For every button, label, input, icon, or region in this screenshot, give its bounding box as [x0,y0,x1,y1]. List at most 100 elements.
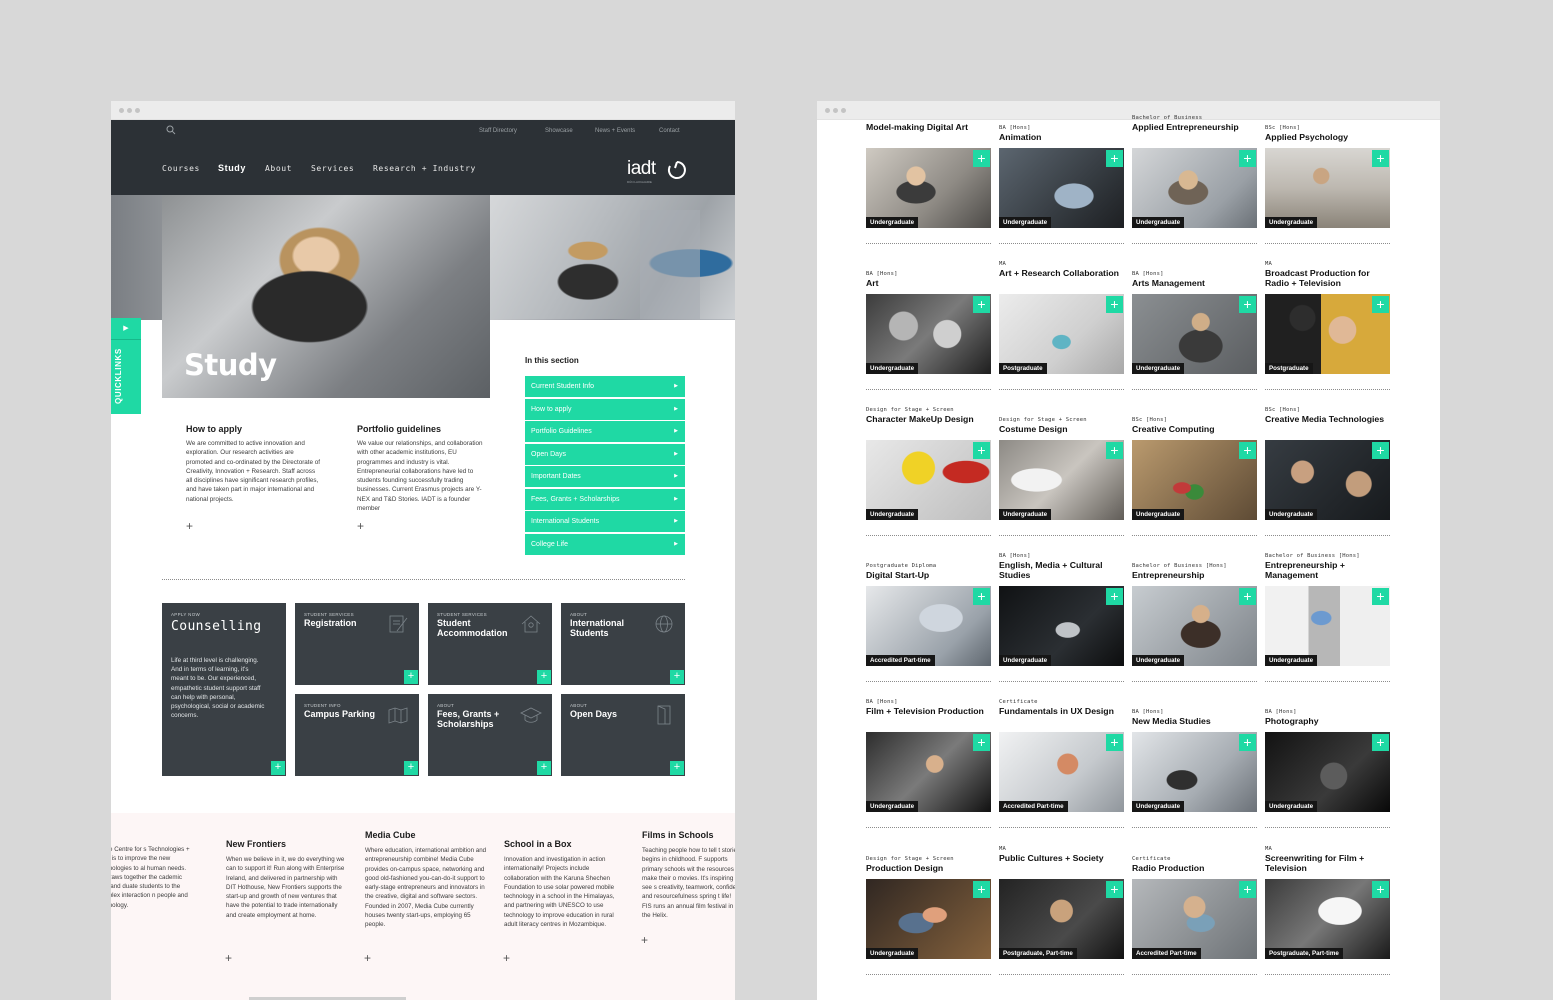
course-title[interactable]: Public Cultures + Society [999,853,1124,864]
plus-icon[interactable]: + [973,881,990,898]
plus-icon[interactable]: + [1372,734,1389,751]
course-photo[interactable]: + Undergraduate [866,294,991,374]
nav-services[interactable]: Services [311,164,354,173]
iadt-logo[interactable]: iadt DÚN LAOGHAIRE [627,158,686,184]
section-item-current-student-info[interactable]: Current Student Info ▶ [525,376,685,397]
tile-fees-grants-scholarships[interactable]: ABOUT Fees, Grants + Scholarships + [428,694,552,776]
plus-icon[interactable]: + [1239,734,1256,751]
plus-icon[interactable]: + [1372,296,1389,313]
plus-icon[interactable]: + [1239,150,1256,167]
plus-icon[interactable]: + [537,761,551,775]
plus-icon[interactable]: + [1372,881,1389,898]
course-photo[interactable]: + Undergraduate [866,440,991,520]
window-controls[interactable] [119,108,140,113]
course-title[interactable]: Digital Start-Up [866,570,991,581]
plus-icon[interactable]: + [1106,588,1123,605]
section-item-important-dates[interactable]: Important Dates ▶ [525,466,685,487]
util-link-showcase[interactable]: Showcase [545,128,573,134]
expand-plus-icon[interactable]: + [641,933,648,947]
course-title[interactable]: Creative Media Technologies [1265,414,1390,425]
course-photo[interactable]: + Undergraduate [999,440,1124,520]
plus-icon[interactable]: + [1372,442,1389,459]
course-title[interactable]: Applied Psychology [1265,132,1390,143]
plus-icon[interactable]: + [1239,442,1256,459]
course-title[interactable]: New Media Studies [1132,716,1257,727]
nav-courses[interactable]: Courses [162,164,200,173]
course-title[interactable]: Fundamentals in UX Design [999,706,1124,717]
course-photo[interactable]: + Postgraduate, Part-time [999,879,1124,959]
tile-counselling[interactable]: APPLY NOW Counselling Life at third leve… [162,603,286,776]
course-title[interactable]: Creative Computing [1132,424,1257,435]
tile-international-students[interactable]: ABOUT International Students + [561,603,685,685]
course-title[interactable]: Art [866,278,991,289]
course-photo[interactable]: + Undergraduate [866,732,991,812]
course-photo[interactable]: + Undergraduate [999,586,1124,666]
course-photo[interactable]: + Undergraduate [999,148,1124,228]
expand-plus-icon[interactable]: + [503,951,510,965]
plus-icon[interactable]: + [670,761,684,775]
course-photo[interactable]: + Postgraduate [999,294,1124,374]
course-photo[interactable]: + Undergraduate [1132,148,1257,228]
course-title[interactable]: Screenwriting for Film + Television [1265,853,1390,873]
tile-campus-parking[interactable]: STUDENT INFO Campus Parking + [295,694,419,776]
nav-study[interactable]: Study [218,163,246,173]
course-title[interactable]: Entrepreneurship + Management [1265,560,1390,580]
plus-icon[interactable]: + [404,670,418,684]
course-title[interactable]: Art + Research Collaboration [999,268,1124,279]
plus-icon[interactable]: + [973,150,990,167]
plus-icon[interactable]: + [973,296,990,313]
plus-icon[interactable]: + [1106,150,1123,167]
plus-icon[interactable]: + [1239,588,1256,605]
course-photo[interactable]: + Undergraduate [1265,732,1390,812]
section-item-open-days[interactable]: Open Days ▶ [525,443,685,465]
course-title[interactable]: Character MakeUp Design [866,414,991,425]
util-link-news-events[interactable]: News + Events [595,128,635,134]
search-icon[interactable] [166,125,176,135]
course-title[interactable]: Costume Design [999,424,1124,435]
tile-student-accommodation[interactable]: STUDENT SERVICES Student Accommodation + [428,603,552,685]
course-title[interactable]: Animation [999,132,1124,143]
course-photo[interactable]: + Accredited Part-time [1132,879,1257,959]
plus-icon[interactable]: + [1239,881,1256,898]
course-photo[interactable]: + Undergraduate [1132,732,1257,812]
section-item-portfolio-guidelines[interactable]: Portfolio Guidelines ▶ [525,421,685,442]
course-photo[interactable]: + Undergraduate [866,148,991,228]
expand-plus-icon[interactable]: + [357,519,364,533]
expand-plus-icon[interactable]: + [225,951,232,965]
util-link-contact[interactable]: Contact [659,128,680,134]
plus-icon[interactable]: + [1106,442,1123,459]
plus-icon[interactable]: + [537,670,551,684]
quicklinks-tab[interactable]: ▶ QUICKLINKS [111,318,141,414]
course-title[interactable]: Production Design [866,863,991,874]
course-photo[interactable]: + Accredited Part-time [999,732,1124,812]
course-photo[interactable]: + Undergraduate [866,879,991,959]
plus-icon[interactable]: + [1106,734,1123,751]
course-photo[interactable]: + Undergraduate [1265,440,1390,520]
course-title[interactable]: Model-making Digital Art [866,122,991,133]
course-photo[interactable]: + Undergraduate [1132,294,1257,374]
course-photo[interactable]: + Undergraduate [1265,586,1390,666]
tile-registration[interactable]: STUDENT SERVICES Registration + [295,603,419,685]
section-item-international-students[interactable]: International Students ▶ [525,511,685,532]
course-photo[interactable]: + Postgraduate, Part-time [1265,879,1390,959]
section-item-how-to-apply[interactable]: How to apply ▶ [525,398,685,420]
course-photo[interactable]: + Accredited Part-time [866,586,991,666]
course-photo[interactable]: + Postgraduate [1265,294,1390,374]
course-title[interactable]: Arts Management [1132,278,1257,289]
course-title[interactable]: Photography [1265,716,1390,727]
course-photo[interactable]: + Undergraduate [1265,148,1390,228]
window-controls[interactable] [825,108,846,113]
course-title[interactable]: Broadcast Production for Radio + Televis… [1265,268,1390,288]
course-photo[interactable]: + Undergraduate [1132,586,1257,666]
nav-about[interactable]: About [265,164,292,173]
plus-icon[interactable]: + [670,670,684,684]
plus-icon[interactable]: + [1106,296,1123,313]
course-title[interactable]: Entrepreneurship [1132,570,1257,581]
course-title[interactable]: English, Media + Cultural Studies [999,560,1124,580]
course-photo[interactable]: + Undergraduate [1132,440,1257,520]
expand-plus-icon[interactable]: + [364,951,371,965]
course-title[interactable]: Applied Entrepreneurship [1132,122,1257,133]
course-title[interactable]: Film + Television Production [866,706,991,717]
plus-icon[interactable]: + [973,588,990,605]
course-title[interactable]: Radio Production [1132,863,1257,874]
